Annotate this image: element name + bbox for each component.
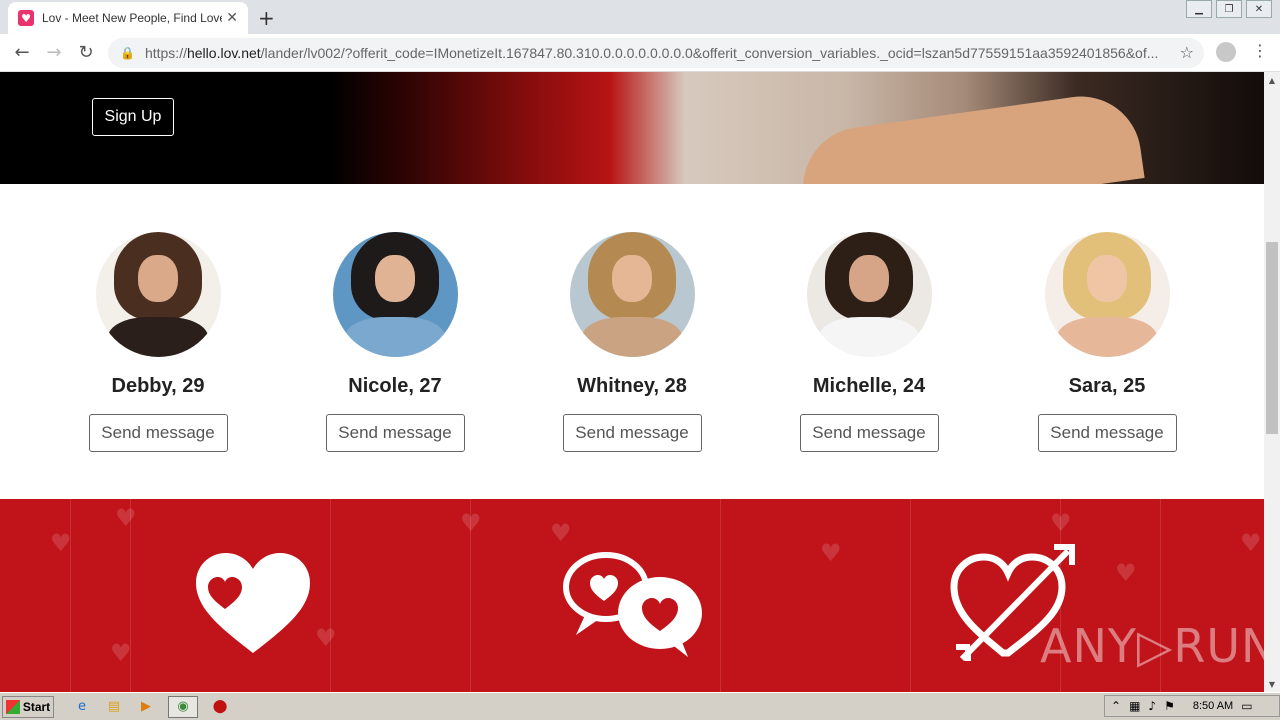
chat-hearts-icon: [563, 552, 702, 657]
windows-taskbar: Start e ▤ ▶ ◉ ⬤ ⌃ ▦ ♪ ⚑ 8:50 AM ▭: [0, 692, 1280, 720]
profile-card: Michelle, 24 Send message: [789, 232, 949, 452]
back-arrow-icon[interactable]: ←: [6, 37, 38, 69]
background-heart-icon: ♥: [1240, 529, 1262, 557]
reload-icon[interactable]: ↻: [70, 37, 102, 69]
media-player-icon[interactable]: ▶: [136, 697, 156, 717]
send-message-button[interactable]: Send message: [562, 414, 702, 452]
internet-explorer-icon[interactable]: e: [72, 697, 92, 717]
lock-icon: 🔒: [120, 46, 135, 60]
chrome-icon[interactable]: ◉: [168, 695, 198, 718]
background-heart-icon: ♥: [460, 509, 482, 537]
show-desktop-icon[interactable]: ▭: [1241, 699, 1252, 713]
hero-banner: Sign Up: [0, 72, 1264, 184]
system-tray: ⌃ ▦ ♪ ⚑ 8:50 AM ▭: [1104, 695, 1280, 717]
avatar[interactable]: [1044, 232, 1170, 357]
tab-title: Lov - Meet New People, Find Love, C: [42, 11, 222, 25]
clock: 8:50 AM: [1192, 700, 1234, 712]
avatar[interactable]: [569, 232, 695, 357]
lov-favicon-icon: ♥: [18, 10, 34, 26]
minimize-icon[interactable]: ▁: [1186, 0, 1212, 18]
window-controls: ▁ ❐ ✕: [1186, 0, 1272, 18]
profile-card: Debby, 29 Send message: [78, 232, 238, 452]
close-window-icon[interactable]: ✕: [1246, 0, 1272, 18]
restore-icon[interactable]: ❐: [1216, 0, 1242, 18]
background-heart-icon: ♥: [50, 529, 72, 557]
profile-name: Michelle, 24: [812, 375, 926, 397]
start-button[interactable]: Start: [2, 695, 54, 718]
profile-name: Sara, 25: [1068, 375, 1146, 397]
profile-name: Whitney, 28: [577, 375, 687, 397]
browser-toolbar: ← → ↻ 🔒 https://hello.lov.net/lander/lv0…: [0, 34, 1280, 72]
background-heart-icon: ♥: [550, 519, 572, 547]
send-message-button[interactable]: Send message: [325, 414, 465, 452]
scroll-down-icon[interactable]: ▼: [1264, 676, 1280, 692]
background-heart-icon: ♥: [110, 639, 132, 667]
browser-tab-strip: ♥ Lov - Meet New People, Find Love, C ✕ …: [0, 0, 1280, 34]
background-heart-icon: ♥: [820, 539, 842, 567]
profile-card: Whitney, 28 Send message: [552, 232, 712, 452]
page-viewport: Sign Up Debby, 29 Send message Nicole, 2…: [0, 72, 1264, 692]
avatar[interactable]: [332, 232, 458, 357]
volume-icon[interactable]: ♪: [1148, 699, 1156, 713]
url-text: https://hello.lov.net/lander/lv002/?offe…: [144, 45, 1159, 61]
expand-tray-icon[interactable]: ⌃: [1111, 699, 1121, 713]
folder-icon[interactable]: ▤: [104, 697, 124, 717]
forward-arrow-icon[interactable]: →: [38, 37, 70, 69]
bookmark-star-icon[interactable]: ☆: [1180, 43, 1194, 62]
avatar[interactable]: [806, 232, 932, 357]
browser-tab[interactable]: ♥ Lov - Meet New People, Find Love, C ✕: [8, 2, 248, 34]
profile-name: Debby, 29: [111, 375, 205, 397]
sign-up-button[interactable]: Sign Up: [92, 98, 174, 136]
avatar[interactable]: [95, 232, 221, 357]
address-bar[interactable]: 🔒 https://hello.lov.net/lander/lv002/?of…: [108, 38, 1204, 68]
vertical-scrollbar[interactable]: ▲ ▼: [1264, 72, 1280, 692]
new-tab-button[interactable]: +: [258, 6, 275, 30]
profile-name: Nicole, 27: [348, 375, 442, 397]
profile-avatar-icon[interactable]: [1216, 42, 1236, 62]
background-heart-icon: ♥: [115, 504, 137, 532]
features-band: ♥ ♥ ♥ ♥ ♥ ♥ ♥ ♥ ♥ ♥ ANY▷RUN: [0, 499, 1264, 692]
background-heart-icon: ♥: [315, 624, 337, 652]
close-tab-icon[interactable]: ✕: [226, 10, 238, 26]
profile-card: Sara, 25 Send message: [1027, 232, 1187, 452]
profile-card: Nicole, 27 Send message: [315, 232, 475, 452]
send-message-button[interactable]: Send message: [1037, 414, 1177, 452]
heart-icon: [196, 553, 310, 653]
send-message-button[interactable]: Send message: [799, 414, 939, 452]
scroll-thumb[interactable]: [1266, 242, 1278, 434]
anyrun-watermark: ANY▷RUN: [1040, 619, 1264, 673]
windows-logo-icon: [5, 699, 20, 714]
background-heart-icon: ♥: [1115, 559, 1137, 587]
send-message-button[interactable]: Send message: [88, 414, 228, 452]
menu-dots-icon[interactable]: ⋮: [1252, 41, 1268, 60]
opera-icon[interactable]: ⬤: [210, 697, 230, 717]
flag-icon[interactable]: ⚑: [1164, 699, 1175, 713]
background-heart-icon: ♥: [1050, 509, 1072, 537]
profiles-section: Debby, 29 Send message Nicole, 27 Send m…: [0, 184, 1264, 499]
network-icon[interactable]: ▦: [1129, 699, 1140, 713]
scroll-up-icon[interactable]: ▲: [1264, 72, 1280, 88]
